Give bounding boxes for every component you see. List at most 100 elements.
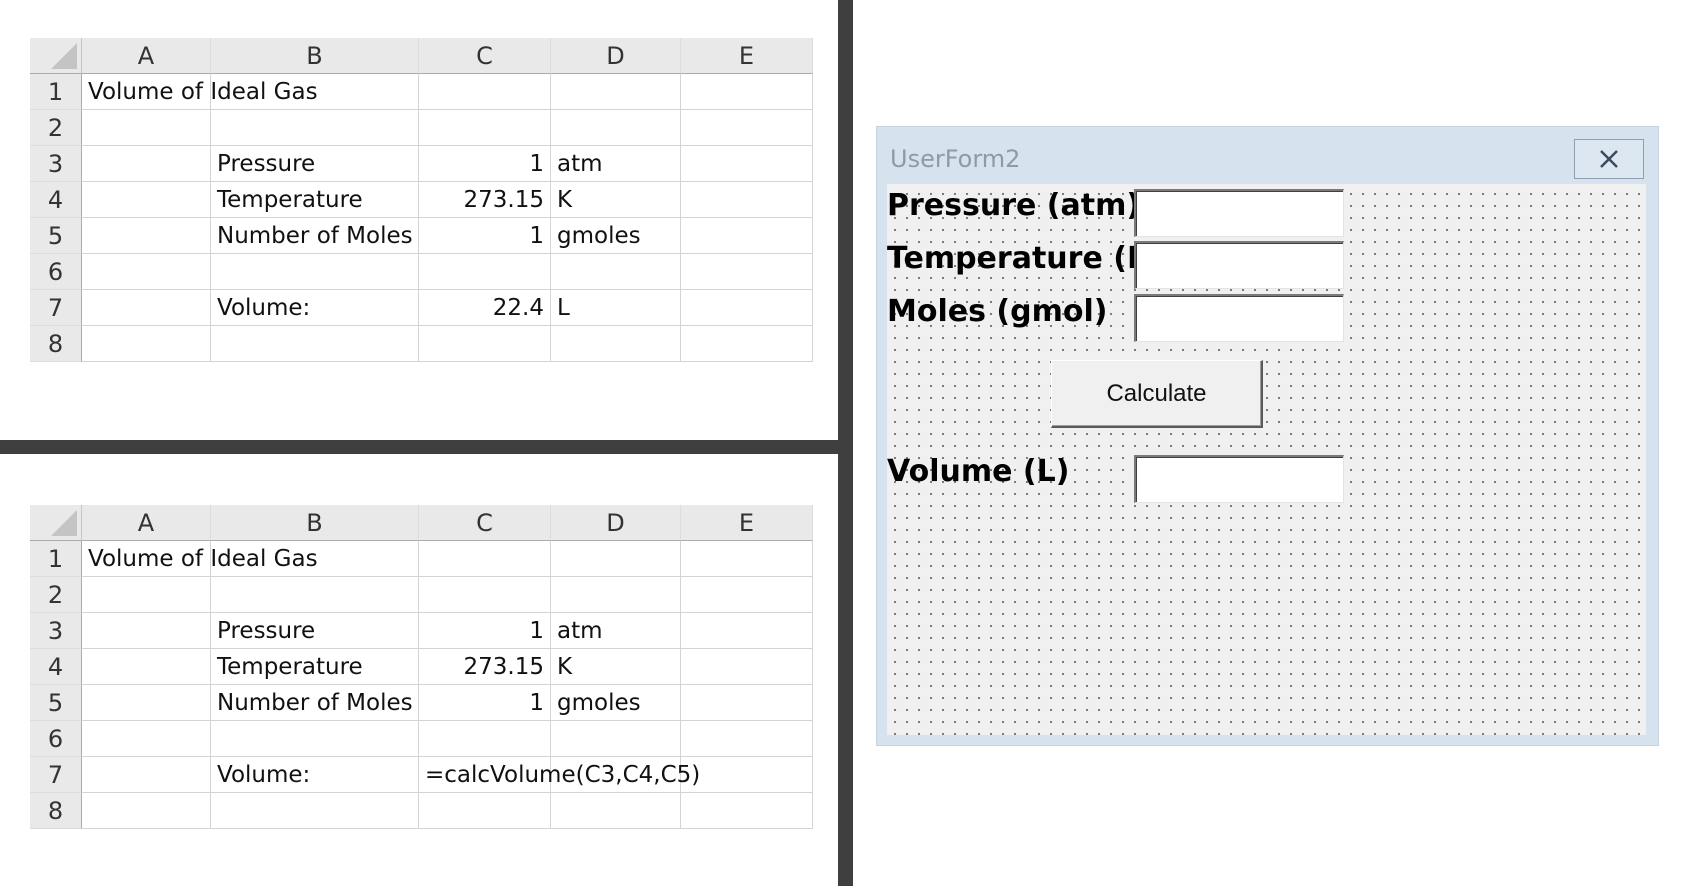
cell-c7[interactable]: =calcVolume(C3,C4,C5)	[419, 757, 700, 793]
cell-e6[interactable]	[681, 721, 813, 757]
cell-c7[interactable]: 22.4	[419, 290, 551, 326]
cell-b3[interactable]: Pressure	[211, 613, 419, 649]
row-header[interactable]: 7	[30, 290, 82, 326]
pressure-input[interactable]	[1134, 189, 1344, 237]
cell-d1[interactable]	[551, 541, 681, 577]
cell-d3[interactable]: atm	[551, 613, 681, 649]
calculate-button[interactable]: Calculate	[1051, 360, 1263, 428]
cell-c8[interactable]	[419, 793, 551, 829]
cell-e7[interactable]	[681, 757, 813, 793]
cell-d4[interactable]: K	[551, 649, 681, 685]
column-header-b[interactable]: B	[211, 505, 419, 541]
select-all-corner[interactable]	[30, 38, 82, 74]
cell-c1[interactable]	[419, 74, 551, 110]
cell-c6[interactable]	[419, 721, 551, 757]
cell-e3[interactable]	[681, 613, 813, 649]
row-header[interactable]: 6	[30, 254, 82, 290]
cell-d8[interactable]	[551, 793, 681, 829]
cell-b6[interactable]	[211, 254, 419, 290]
column-header-d[interactable]: D	[551, 38, 681, 74]
cell-c5[interactable]: 1	[419, 218, 551, 254]
column-header-d[interactable]: D	[551, 505, 681, 541]
row-header[interactable]: 3	[30, 146, 82, 182]
cell-e2[interactable]	[681, 577, 813, 613]
cell-d5[interactable]: gmoles	[551, 218, 681, 254]
row-header[interactable]: 8	[30, 793, 82, 829]
column-header-c[interactable]: C	[419, 38, 551, 74]
column-header-e[interactable]: E	[681, 38, 813, 74]
cell-d4[interactable]: K	[551, 182, 681, 218]
cell-c2[interactable]	[419, 577, 551, 613]
row-header[interactable]: 6	[30, 721, 82, 757]
cell-e7[interactable]	[681, 290, 813, 326]
cell-a4[interactable]	[82, 649, 211, 685]
cell-a3[interactable]	[82, 146, 211, 182]
cell-e5[interactable]	[681, 218, 813, 254]
moles-input[interactable]	[1134, 294, 1344, 342]
cell-a2[interactable]	[82, 110, 211, 146]
cell-d1[interactable]	[551, 74, 681, 110]
cell-c4[interactable]: 273.15	[419, 649, 551, 685]
cell-d5[interactable]: gmoles	[551, 685, 681, 721]
cell-e3[interactable]	[681, 146, 813, 182]
column-header-c[interactable]: C	[419, 505, 551, 541]
cell-b7[interactable]: Volume:	[211, 290, 419, 326]
cell-e4[interactable]	[681, 182, 813, 218]
cell-d6[interactable]	[551, 721, 681, 757]
cell-d6[interactable]	[551, 254, 681, 290]
cell-c4[interactable]: 273.15	[419, 182, 551, 218]
cell-a8[interactable]	[82, 326, 211, 362]
cell-c3[interactable]: 1	[419, 146, 551, 182]
cell-a3[interactable]	[82, 613, 211, 649]
cell-c1[interactable]	[419, 541, 551, 577]
cell-a7[interactable]	[82, 757, 211, 793]
cell-e8[interactable]	[681, 326, 813, 362]
cell-b2[interactable]	[211, 110, 419, 146]
cell-b3[interactable]: Pressure	[211, 146, 419, 182]
cell-d3[interactable]: atm	[551, 146, 681, 182]
row-header[interactable]: 8	[30, 326, 82, 362]
volume-output[interactable]	[1134, 455, 1344, 503]
cell-a2[interactable]	[82, 577, 211, 613]
column-header-b[interactable]: B	[211, 38, 419, 74]
cell-e5[interactable]	[681, 685, 813, 721]
row-header[interactable]: 5	[30, 218, 82, 254]
column-header-e[interactable]: E	[681, 505, 813, 541]
cell-c3[interactable]: 1	[419, 613, 551, 649]
cell-a6[interactable]	[82, 254, 211, 290]
cell-b8[interactable]	[211, 326, 419, 362]
cell-d2[interactable]	[551, 577, 681, 613]
cell-c6[interactable]	[419, 254, 551, 290]
cell-a5[interactable]	[82, 685, 211, 721]
cell-b8[interactable]	[211, 793, 419, 829]
temperature-input[interactable]	[1134, 241, 1344, 289]
cell-a6[interactable]	[82, 721, 211, 757]
cell-b5[interactable]: Number of Moles	[211, 218, 419, 254]
row-header[interactable]: 2	[30, 577, 82, 613]
cell-b4[interactable]: Temperature	[211, 182, 419, 218]
cell-e2[interactable]	[681, 110, 813, 146]
cell-b6[interactable]	[211, 721, 419, 757]
row-header[interactable]: 1	[30, 74, 82, 110]
cell-e1[interactable]	[681, 74, 813, 110]
column-header-a[interactable]: A	[82, 505, 211, 541]
cell-c5[interactable]: 1	[419, 685, 551, 721]
cell-a4[interactable]	[82, 182, 211, 218]
cell-a7[interactable]	[82, 290, 211, 326]
cell-b4[interactable]: Temperature	[211, 649, 419, 685]
cell-a8[interactable]	[82, 793, 211, 829]
cell-c8[interactable]	[419, 326, 551, 362]
row-header[interactable]: 5	[30, 685, 82, 721]
row-header[interactable]: 1	[30, 541, 82, 577]
cell-d2[interactable]	[551, 110, 681, 146]
cell-a1[interactable]: Volume of Ideal Gas	[82, 541, 318, 577]
cell-e6[interactable]	[681, 254, 813, 290]
cell-c2[interactable]	[419, 110, 551, 146]
select-all-corner[interactable]	[30, 505, 82, 541]
cell-d7[interactable]: L	[551, 290, 681, 326]
cell-e1[interactable]	[681, 541, 813, 577]
row-header[interactable]: 2	[30, 110, 82, 146]
row-header[interactable]: 3	[30, 613, 82, 649]
cell-e8[interactable]	[681, 793, 813, 829]
cell-d8[interactable]	[551, 326, 681, 362]
